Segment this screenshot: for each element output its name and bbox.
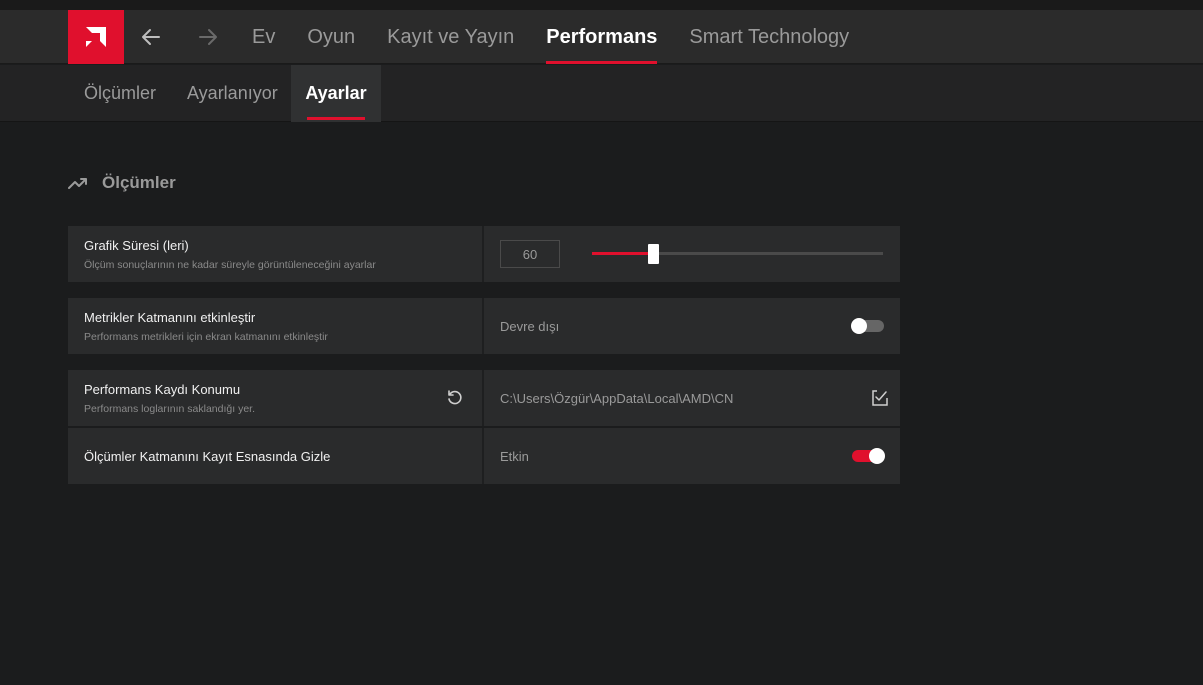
setting-title: Performans Kaydı Konumu xyxy=(84,381,241,397)
subtab-metrics[interactable]: Ölçümler xyxy=(84,65,156,122)
setting-label-area: Metrikler Katmanını etkinleştir Performa… xyxy=(68,298,484,354)
reset-icon[interactable] xyxy=(445,388,465,408)
setting-row-hide-overlay-recording: Ölçümler Katmanını Kayıt Esnasında Gizle… xyxy=(68,428,900,484)
setting-title: Ölçümler Katmanını Kayıt Esnasında Gizle xyxy=(84,448,331,464)
hide-overlay-toggle[interactable] xyxy=(852,448,885,464)
section-header: Ölçümler xyxy=(68,170,176,196)
setting-label-area: Performans Kaydı Konumu Performans logla… xyxy=(68,370,484,426)
toggle-knob xyxy=(851,318,867,334)
slider-fill xyxy=(592,252,653,255)
tab-performance[interactable]: Performans xyxy=(546,10,658,64)
setting-description: Performans loglarının saklandığı yer. xyxy=(84,402,256,415)
log-path-text: C:\Users\Özgür\AppData\Local\AMD\CN xyxy=(500,390,734,406)
folder-browse-icon[interactable] xyxy=(870,388,890,408)
window-top-strip xyxy=(0,0,1203,10)
tab-home[interactable]: Ev xyxy=(252,10,275,64)
forward-arrow-icon[interactable] xyxy=(195,24,221,50)
setting-row-log-location: Performans Kaydı Konumu Performans logla… xyxy=(68,370,900,426)
toggle-state-label: Devre dışı xyxy=(500,318,560,334)
back-arrow-icon[interactable] xyxy=(138,24,164,50)
sub-navigation-bar: Ölçümler Ayarlanıyor Ayarlar xyxy=(0,65,1203,122)
setting-description: Performans metrikleri için ekran katmanı… xyxy=(84,330,328,343)
metrics-overlay-toggle[interactable] xyxy=(851,318,884,334)
subtab-settings[interactable]: Ayarlar xyxy=(291,65,381,122)
main-tabs: Ev Oyun Kayıt ve Yayın Performans Smart … xyxy=(252,10,881,64)
setting-description: Ölçüm sonuçlarının ne kadar süreyle görü… xyxy=(84,258,376,271)
tab-gaming[interactable]: Oyun xyxy=(307,10,355,64)
setting-label-area: Ölçümler Katmanını Kayıt Esnasında Gizle xyxy=(68,428,484,484)
setting-control-area: 60 xyxy=(484,226,900,282)
top-navigation-bar: Ev Oyun Kayıt ve Yayın Performans Smart … xyxy=(0,10,1203,64)
slider-thumb[interactable] xyxy=(648,244,659,264)
setting-title: Metrikler Katmanını etkinleştir xyxy=(84,309,256,325)
graph-duration-slider[interactable] xyxy=(592,226,883,282)
tab-smart-technology[interactable]: Smart Technology xyxy=(689,10,849,64)
trend-up-icon xyxy=(68,178,87,189)
subtab-tuning[interactable]: Ayarlanıyor xyxy=(187,65,278,122)
setting-row-metrics-overlay: Metrikler Katmanını etkinleştir Performa… xyxy=(68,298,900,354)
toggle-state-label: Etkin xyxy=(500,448,529,464)
toggle-knob xyxy=(869,448,885,464)
tab-record-stream[interactable]: Kayıt ve Yayın xyxy=(387,10,514,64)
setting-row-graph-duration: Grafik Süresi (leri) Ölçüm sonuçlarının … xyxy=(68,226,900,282)
graph-duration-value-box[interactable]: 60 xyxy=(500,240,560,268)
setting-label-area: Grafik Süresi (leri) Ölçüm sonuçlarının … xyxy=(68,226,484,282)
setting-control-area: Etkin xyxy=(484,428,900,484)
amd-logo-icon[interactable] xyxy=(68,10,124,64)
setting-control-area: C:\Users\Özgür\AppData\Local\AMD\CN xyxy=(484,370,900,426)
setting-title: Grafik Süresi (leri) xyxy=(84,237,189,253)
setting-control-area: Devre dışı xyxy=(484,298,900,354)
section-title: Ölçümler xyxy=(102,173,176,192)
